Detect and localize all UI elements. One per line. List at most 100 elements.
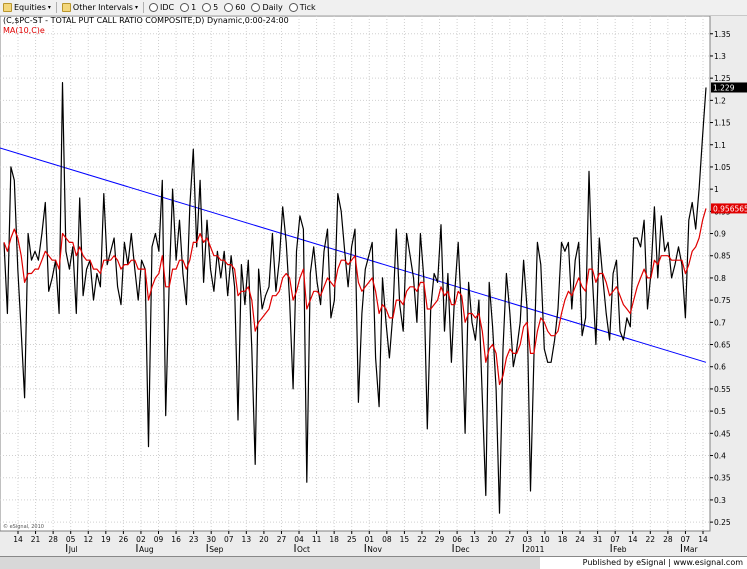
ma-legend: MA(10,C)e: [3, 26, 45, 35]
x-tick-label: 25: [347, 535, 357, 544]
toolbar: Equities ▾ Other Intervals ▾ IDC 1 5 60 …: [0, 0, 747, 16]
toolbar-label: Tick: [299, 3, 316, 12]
x-tick-label: 19: [101, 535, 111, 544]
toolbar-item-60[interactable]: 60: [221, 0, 248, 15]
x-tick-label: 23: [189, 535, 199, 544]
x-tick-label: 09: [154, 535, 164, 544]
y-tick-label: 0.9: [714, 230, 726, 239]
x-tick-label: 04: [294, 535, 304, 544]
x-tick-label: 05: [66, 535, 76, 544]
footer-bar: [0, 557, 540, 569]
x-tick-label: 12: [83, 535, 93, 544]
y-tick-label: 0.6: [714, 363, 726, 372]
last-ma-label: 0.956565: [713, 204, 747, 213]
month-label: Aug: [139, 545, 154, 554]
y-tick-label: 1.25: [714, 74, 731, 83]
y-tick-label: 0.4: [714, 452, 726, 461]
x-tick-label: 24: [575, 535, 585, 544]
y-tick-label: 0.65: [714, 341, 731, 350]
toolbar-item-5[interactable]: 5: [199, 0, 221, 15]
folder-icon: [61, 3, 71, 12]
month-label: Nov: [367, 545, 382, 554]
x-tick-label: 29: [435, 535, 445, 544]
x-tick-label: 06: [452, 535, 462, 544]
toolbar-label: 60: [235, 3, 246, 12]
month-label: Jul: [68, 545, 78, 554]
plot-background: [0, 15, 711, 532]
y-tick-label: 1.3: [714, 52, 726, 61]
y-tick-label: 0.25: [714, 518, 731, 527]
x-tick-label: 22: [417, 535, 427, 544]
clock-icon: [288, 3, 298, 12]
y-tick-label: 0.35: [714, 474, 731, 483]
x-tick-label: 02: [136, 535, 146, 544]
dropdown-caret-icon: ▾: [47, 4, 51, 11]
x-tick-label: 30: [206, 535, 216, 544]
x-tick-label: 22: [646, 535, 656, 544]
x-tick-label: 14: [13, 535, 23, 544]
x-tick-label: 11: [312, 535, 322, 544]
y-tick-label: 0.5: [714, 407, 726, 416]
x-tick-label: 18: [558, 535, 568, 544]
x-tick-label: 07: [610, 535, 620, 544]
x-tick-label: 15: [400, 535, 410, 544]
x-tick-label: 20: [487, 535, 497, 544]
x-tick-label: 07: [224, 535, 234, 544]
month-label: Oct: [297, 545, 310, 554]
x-tick-label: 16: [171, 535, 181, 544]
y-tick-label: 0.55: [714, 385, 731, 394]
y-tick-label: 1.1: [714, 141, 726, 150]
x-tick-label: 31: [593, 535, 603, 544]
toolbar-item-daily[interactable]: Daily: [248, 0, 285, 15]
y-tick-label: 1.2: [714, 96, 726, 105]
clock-icon: [202, 3, 212, 12]
x-tick-label: 14: [698, 535, 708, 544]
clock-icon: [251, 3, 261, 12]
toolbar-item-idc[interactable]: IDC: [146, 0, 177, 15]
watermark: © eSignal, 2010: [3, 523, 44, 530]
y-tick-label: 0.45: [714, 429, 731, 438]
x-tick-label: 27: [277, 535, 287, 544]
published-by-text: Published by eSignal | www.esignal.com: [582, 558, 743, 567]
toolbar-separator: [55, 2, 57, 13]
month-label: 2011: [525, 545, 544, 554]
y-tick-label: 0.3: [714, 496, 726, 505]
x-tick-label: 08: [382, 535, 392, 544]
toolbar-label: IDC: [159, 3, 175, 12]
clock-icon: [224, 3, 234, 12]
y-tick-label: 1.35: [714, 30, 731, 39]
x-tick-label: 27: [505, 535, 515, 544]
toolbar-separator: [142, 2, 144, 13]
month-label: Dec: [455, 545, 470, 554]
x-tick-label: 14: [628, 535, 638, 544]
clock-icon: [180, 3, 190, 12]
y-tick-label: 0.8: [714, 274, 726, 283]
toolbar-label: Equities: [14, 3, 46, 12]
toolbar-item-other-intervals[interactable]: Other Intervals ▾: [59, 0, 141, 15]
y-tick-label: 1: [714, 185, 719, 194]
toolbar-label: Other Intervals: [72, 3, 133, 12]
x-tick-label: 13: [470, 535, 480, 544]
toolbar-label: 5: [213, 3, 219, 12]
chart-svg[interactable]: 0.25 0.3 0.35 0.4 0.45 0.5 0.55 0.6 0.65 0.7 0.75 0…: [0, 15, 747, 555]
toolbar-item-equities[interactable]: Equities ▾: [0, 0, 54, 15]
month-label: Sep: [209, 545, 223, 554]
x-tick-label: 18: [329, 535, 339, 544]
y-tick-label: 0.7: [714, 318, 726, 327]
y-tick-label: 1.15: [714, 119, 731, 128]
x-tick-label: 21: [31, 535, 41, 544]
x-tick-label: 20: [259, 535, 269, 544]
toolbar-label: 1: [191, 3, 197, 12]
chart-area[interactable]: 0.25 0.3 0.35 0.4 0.45 0.5 0.55 0.6 0.65 0.7 0.75 0…: [0, 15, 747, 555]
x-tick-label: 03: [523, 535, 533, 544]
x-tick-label: 10: [540, 535, 550, 544]
toolbar-item-tick[interactable]: Tick: [286, 0, 319, 15]
x-tick-label: 28: [663, 535, 673, 544]
y-tick-label: 1.05: [714, 163, 731, 172]
footer: Published by eSignal | www.esignal.com: [0, 556, 747, 569]
toolbar-item-1[interactable]: 1: [177, 0, 199, 15]
month-label: Feb: [613, 545, 627, 554]
x-tick-label: 01: [365, 535, 375, 544]
toolbar-label: Daily: [262, 3, 283, 12]
chart-header: (C,$PC-ST - TOTAL PUT CALL RATIO COMPOSI…: [3, 16, 289, 25]
